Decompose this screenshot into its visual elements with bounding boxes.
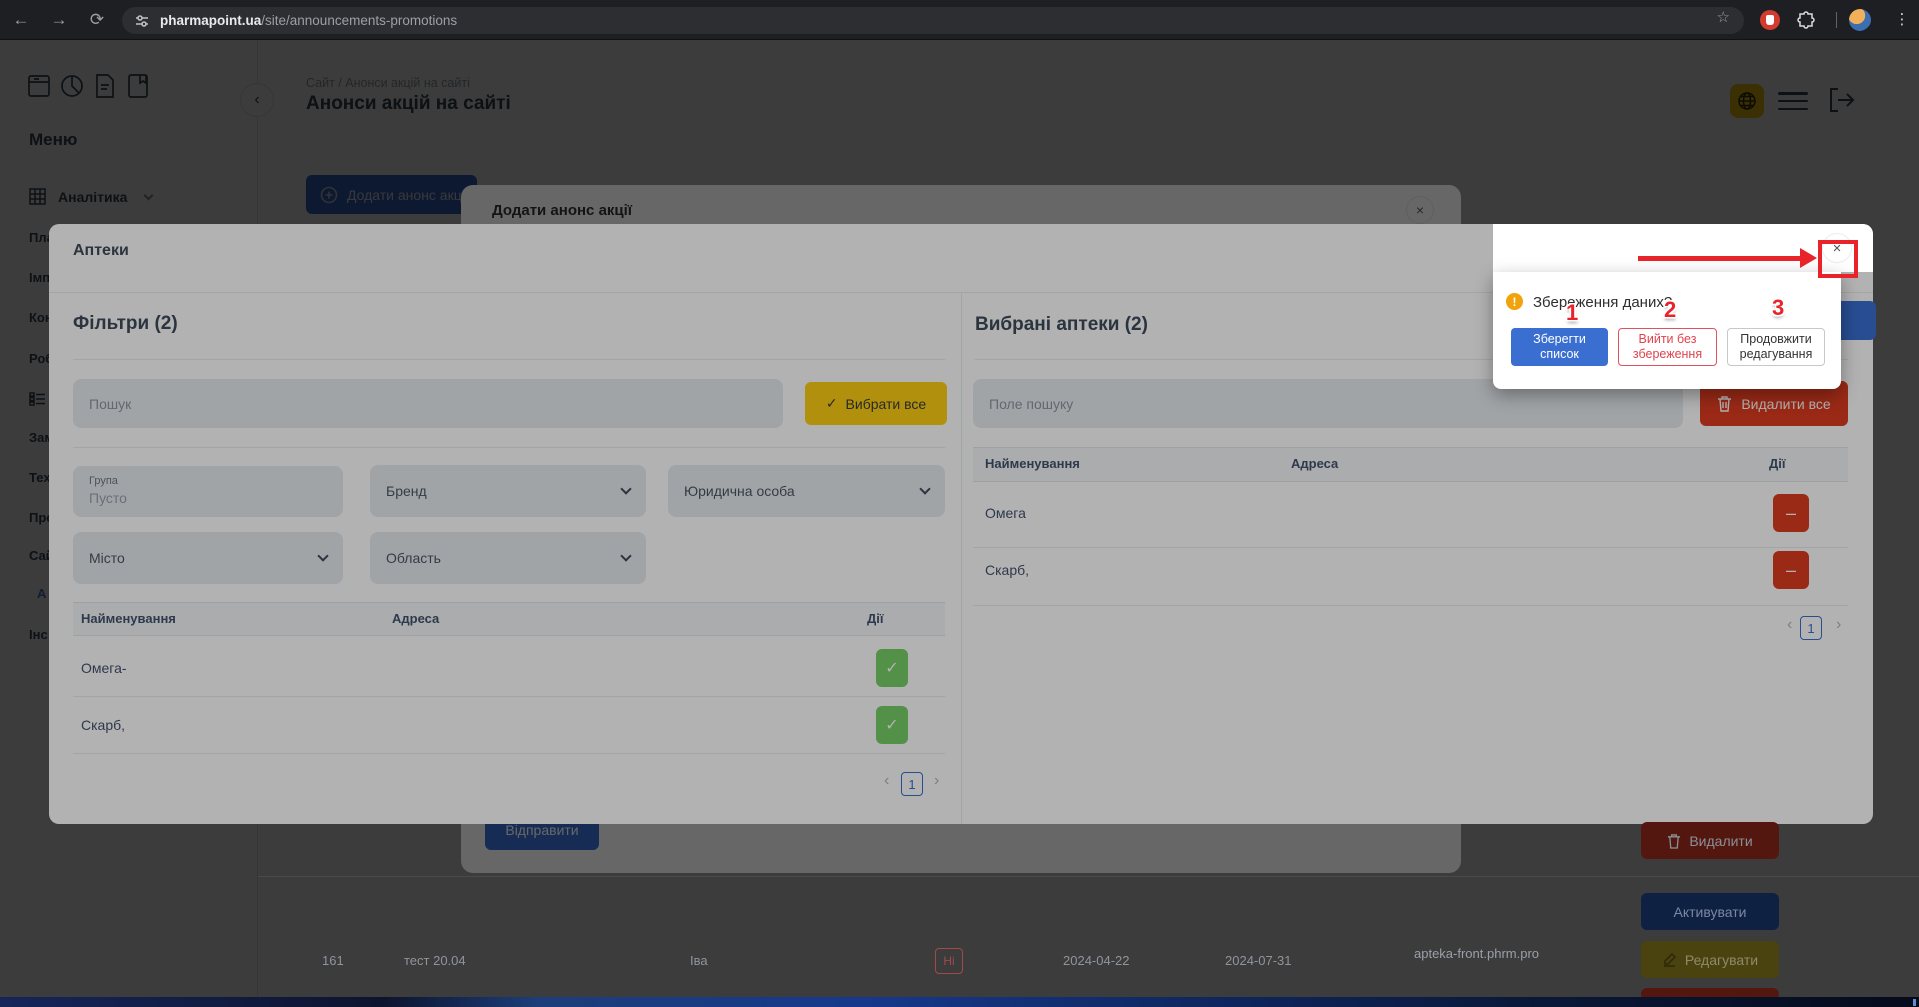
url-text: pharmapoint.ua/site/announcements-promot… [160, 13, 457, 28]
browser-reload-button[interactable]: ⟳ [84, 0, 110, 40]
toolbar-separator [1836, 12, 1837, 28]
site-info-icon [134, 13, 150, 29]
save-confirmation-popover: ! Збереження даних? Зберегти список Вийт… [1493, 272, 1841, 389]
browser-back-button[interactable]: ← [8, 0, 34, 40]
browser-menu-icon[interactable]: ⋮ [1892, 0, 1912, 40]
annotation-arrow-head [1800, 248, 1817, 268]
profile-avatar[interactable] [1849, 9, 1871, 31]
annotation-step-1: 1 [1566, 300, 1578, 326]
taskbar-strip [0, 997, 1919, 1007]
address-bar[interactable]: pharmapoint.ua/site/announcements-promot… [122, 7, 1744, 34]
browser-toolbar: ← → ⟳ pharmapoint.ua/site/announcements-… [0, 0, 1919, 40]
bookmark-star-icon[interactable]: ☆ [1717, 8, 1730, 26]
adblock-extension-icon[interactable] [1760, 10, 1780, 30]
browser-forward-button[interactable]: → [46, 0, 72, 40]
popover-question: Збереження даних? [1533, 294, 1672, 311]
url-host: pharmapoint.ua [160, 13, 261, 28]
annotation-arrow [1638, 256, 1802, 261]
extensions-puzzle-icon[interactable] [1797, 11, 1816, 30]
save-list-button[interactable]: Зберегти список [1511, 328, 1608, 366]
overlay-backdrop [0, 40, 1919, 1007]
taskbar-accent [1913, 999, 1916, 1006]
annotation-rectangle [1818, 240, 1858, 278]
url-path: /site/announcements-promotions [261, 13, 457, 28]
exit-without-saving-button[interactable]: Вийти без збереження [1618, 328, 1717, 366]
continue-editing-button[interactable]: Продовжити редагування [1727, 328, 1825, 366]
annotation-step-3: 3 [1772, 295, 1784, 321]
screenshot-root: Меню Аналітика Пла Імп Кон Роб Зам Тех П… [0, 0, 1919, 1007]
hand-icon [1766, 15, 1774, 25]
annotation-step-2: 2 [1664, 297, 1676, 323]
warning-icon: ! [1506, 293, 1523, 310]
